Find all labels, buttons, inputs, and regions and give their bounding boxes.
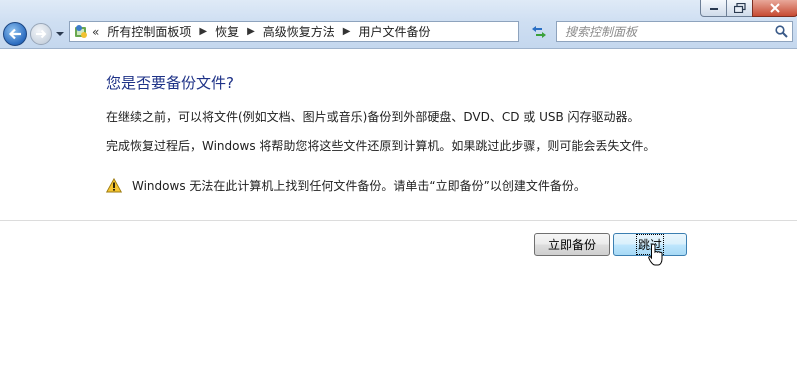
breadcrumb-separator-icon[interactable]: ▶ — [343, 26, 351, 37]
search-input[interactable] — [557, 22, 775, 41]
breadcrumb-item[interactable]: 所有控制面板项 — [107, 23, 191, 40]
search-icon[interactable] — [775, 25, 788, 38]
search-box[interactable] — [556, 21, 793, 42]
refresh-icon — [532, 25, 546, 38]
forward-button[interactable] — [30, 23, 52, 45]
back-button[interactable] — [3, 22, 27, 46]
close-button[interactable] — [752, 0, 797, 17]
breadcrumb-item[interactable]: 用户文件备份 — [359, 23, 431, 40]
breadcrumb-overflow[interactable]: « — [92, 25, 99, 39]
control-panel-icon — [75, 25, 87, 38]
recent-pages-chevron-icon[interactable] — [55, 29, 65, 39]
back-arrow-icon — [8, 28, 21, 40]
divider — [0, 220, 797, 221]
page-title: 您是否要备份文件? — [106, 74, 234, 92]
mouse-pointer-icon — [648, 243, 663, 266]
minimize-button[interactable] — [700, 0, 727, 17]
breadcrumb: « 所有控制面板项 ▶ 恢复 ▶ 高级恢复方法 ▶ 用户文件备份 — [92, 22, 431, 41]
refresh-button[interactable] — [528, 21, 550, 42]
maximize-icon — [733, 3, 746, 13]
description-text: 完成恢复过程后，Windows 将帮助您将这些文件还原到计算机。如果跳过此步骤，… — [106, 139, 656, 153]
close-icon — [770, 3, 780, 13]
forward-arrow-icon — [36, 29, 47, 39]
breadcrumb-separator-icon[interactable]: ▶ — [199, 26, 207, 37]
minimize-icon — [709, 8, 718, 10]
warning-icon — [106, 178, 122, 193]
backup-now-button[interactable]: 立即备份 — [534, 233, 610, 256]
warning-message: Windows 无法在此计算机上找到任何文件备份。请单击“立即备份”以创建文件备… — [106, 177, 586, 194]
description-text: 在继续之前，可以将文件(例如文档、图片或音乐)备份到外部硬盘、DVD、CD 或 … — [106, 110, 640, 124]
backup-now-label: 立即备份 — [547, 238, 596, 252]
maximize-button[interactable] — [726, 0, 753, 17]
breadcrumb-separator-icon[interactable]: ▶ — [247, 26, 255, 37]
breadcrumb-item[interactable]: 高级恢复方法 — [263, 23, 335, 40]
breadcrumb-item[interactable]: 恢复 — [215, 23, 239, 40]
address-bar[interactable]: « 所有控制面板项 ▶ 恢复 ▶ 高级恢复方法 ▶ 用户文件备份 — [69, 21, 519, 42]
warning-text: Windows 无法在此计算机上找到任何文件备份。请单击“立即备份”以创建文件备… — [132, 179, 586, 193]
navigation-bar: « 所有控制面板项 ▶ 恢复 ▶ 高级恢复方法 ▶ 用户文件备份 — [0, 0, 797, 49]
